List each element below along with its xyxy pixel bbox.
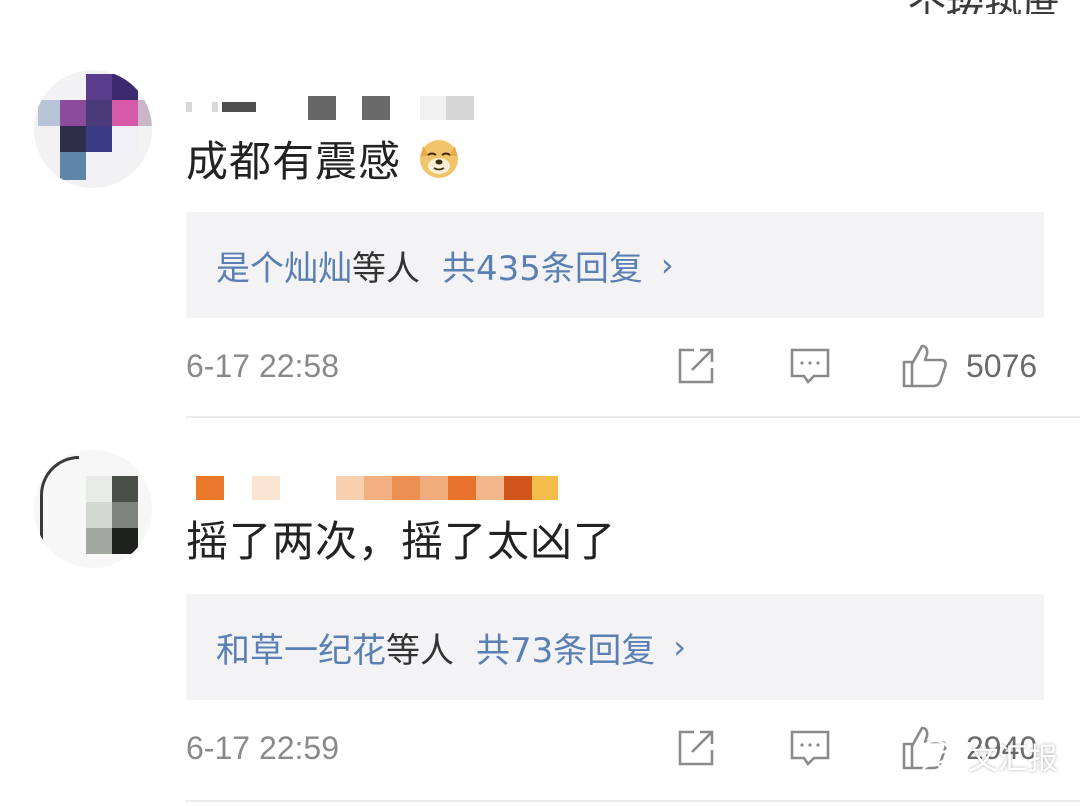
comment-icon[interactable] <box>788 344 832 388</box>
reply-users-link[interactable]: 和草一纪花 <box>216 623 386 672</box>
weibo-comments-page: 二个按热度 成都有震感 <box>0 0 1080 806</box>
reply-count-link[interactable]: 共73条回复 <box>476 623 655 672</box>
comment-text: 摇了两次，摇了太凶了 <box>186 514 616 570</box>
replies-summary[interactable]: 和草一纪花 等人 共73条回复 › <box>186 594 1044 700</box>
watermark: 文汇报 <box>918 728 1058 784</box>
comment-text: 成都有震感 <box>186 134 461 190</box>
divider <box>186 416 1080 418</box>
comment-body: 摇了两次，摇了太凶了 <box>186 517 617 566</box>
share-icon[interactable] <box>674 726 718 770</box>
comment-item: 成都有震感 是个灿灿 等人 共435条回复 › 6-17 22:58 5076 <box>0 60 1080 420</box>
comment-meta-row: 6-17 22:59 2940 <box>186 726 1044 776</box>
avatar[interactable] <box>34 450 152 568</box>
watermark-text: 文汇报 <box>968 742 1058 777</box>
chevron-right-icon: › <box>660 246 674 284</box>
reply-count-link[interactable]: 共435条回复 <box>442 241 643 290</box>
like-count: 5076 <box>966 348 1038 384</box>
doge-emoji-icon <box>417 136 461 180</box>
divider <box>186 800 1080 802</box>
comment-meta-row: 6-17 22:58 5076 <box>186 344 1044 394</box>
comment-body: 成都有震感 <box>186 137 402 186</box>
reply-etc-label: 等人 <box>352 248 420 289</box>
chevron-right-icon: › <box>673 628 687 666</box>
reply-etc-label: 等人 <box>386 630 454 671</box>
reply-users-link[interactable]: 是个灿灿 <box>216 241 352 290</box>
username-blurred[interactable] <box>186 476 606 500</box>
thumbs-up-icon[interactable] <box>900 342 950 390</box>
avatar[interactable] <box>34 70 152 188</box>
replies-summary[interactable]: 是个灿灿 等人 共435条回复 › <box>186 212 1044 318</box>
comment-icon[interactable] <box>788 726 832 770</box>
wechat-logo-icon <box>918 736 962 776</box>
share-icon[interactable] <box>674 344 718 388</box>
username-blurred[interactable] <box>186 96 606 120</box>
timestamp: 6-17 22:58 <box>186 348 340 384</box>
sort-header-partial[interactable]: 二个按热度 <box>870 0 1070 14</box>
timestamp: 6-17 22:59 <box>186 730 340 766</box>
